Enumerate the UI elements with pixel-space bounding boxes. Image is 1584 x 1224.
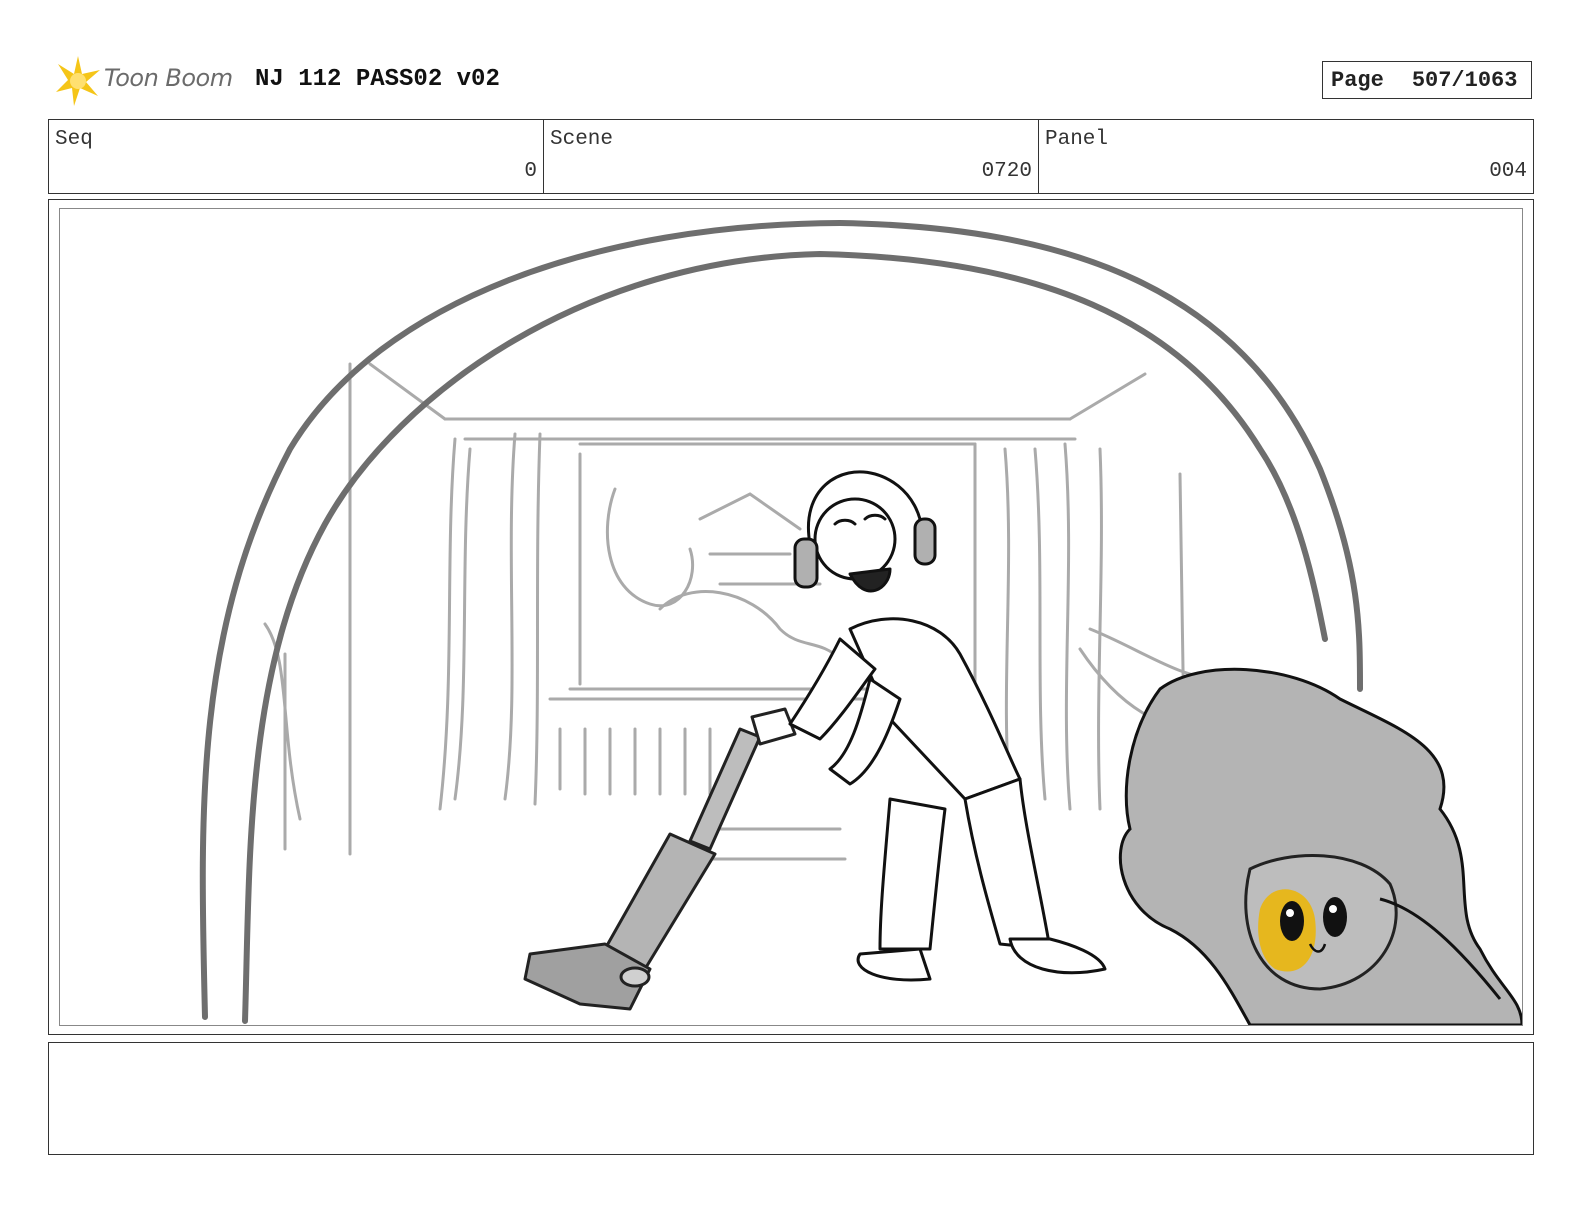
toon-boom-logo: Toon Boom [52,52,242,110]
document-title: NJ 112 PASS02 v02 [255,66,500,93]
logo-text: Toon Boom [104,64,233,92]
seq-cell: Seq 0 [49,120,544,193]
seq-value: 0 [524,160,537,183]
page-indicator: Page 507/1063 [1322,61,1532,99]
page-number: 507/1063 [1411,67,1518,93]
panel-notes-box [48,1042,1534,1155]
panel-cell: Panel 004 [1039,120,1533,193]
scene-label: Scene [550,128,614,151]
starburst-icon [56,56,100,106]
scene-cell: Scene 0720 [544,120,1039,193]
panel-label: Panel [1045,128,1109,151]
storyboard-panel [48,199,1534,1035]
storyboard-sketch [199,219,1522,1025]
creature-character [1118,667,1522,1025]
seq-label: Seq [55,128,93,151]
panel-value: 004 [1489,160,1527,183]
scene-value: 0720 [981,160,1032,183]
man-with-headphones [788,470,1107,982]
page-label: Page [1331,67,1384,93]
panel-drawing-area [59,208,1523,1026]
panel-info-row: Seq 0 Scene 0720 Panel 004 [48,119,1534,194]
